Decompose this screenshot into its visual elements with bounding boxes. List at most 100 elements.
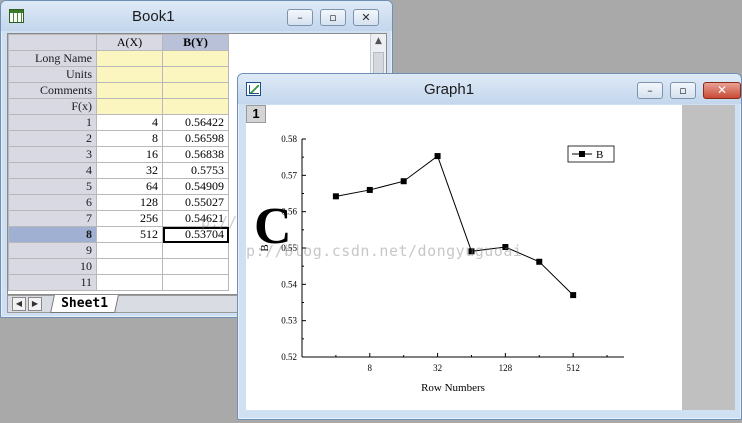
table-row[interactable]: 10 [8, 258, 229, 275]
tab-next-icon[interactable]: ▶ [28, 297, 42, 311]
y-tick-label: 0.57 [281, 170, 297, 180]
data-point [536, 258, 543, 265]
tab-prev-icon[interactable]: ◀ [12, 297, 26, 311]
meta-cell-b[interactable] [162, 98, 229, 115]
graph-close-button[interactable]: ✕ [703, 82, 741, 99]
y-tick-label: 0.58 [281, 134, 297, 144]
graph-page[interactable]: 0.52 0.53 0.54 0.55 0.56 0.57 0.58 8 32 128 512 Row… [246, 105, 682, 410]
table-row[interactable]: 2 8 0.56598 [8, 130, 229, 147]
table-row[interactable]: 3 16 0.56838 [8, 146, 229, 163]
cell-a[interactable]: 16 [96, 146, 163, 163]
meta-cell-b[interactable] [162, 66, 229, 83]
cell-b[interactable] [162, 274, 229, 291]
watermark: p://blog.csdn.net/dongyuguoai [246, 242, 523, 260]
table-row[interactable]: 4 32 0.5753 [8, 162, 229, 179]
meta-cell-a[interactable] [96, 98, 163, 115]
cell-a[interactable]: 8 [96, 130, 163, 147]
cell-b[interactable]: 0.55027 [162, 194, 229, 211]
scroll-up-icon[interactable]: ▲ [371, 36, 386, 46]
cell-a[interactable]: 128 [96, 194, 163, 211]
y-tick-label: 0.54 [281, 279, 297, 289]
cell-a[interactable]: 32 [96, 162, 163, 179]
x-axis-label: Row Numbers [421, 382, 485, 394]
cell-a[interactable] [96, 242, 163, 259]
cell-b[interactable]: 0.56838 [162, 146, 229, 163]
graph-minimize-button[interactable]: – [637, 82, 663, 99]
cell-b[interactable]: 0.56422 [162, 114, 229, 131]
table-row[interactable]: 9 [8, 242, 229, 259]
row-number[interactable]: 4 [8, 162, 97, 179]
cell-a[interactable] [96, 258, 163, 275]
book-title: Book1 [132, 8, 175, 25]
scroll-thumb[interactable] [373, 52, 384, 74]
table-row[interactable]: 7 256 0.54621 [8, 210, 229, 227]
meta-cell-b[interactable] [162, 82, 229, 99]
cell-b[interactable] [162, 242, 229, 259]
row-number[interactable]: 9 [8, 242, 97, 259]
column-header-a[interactable]: A(X) [96, 34, 163, 51]
graph-frame: 0.52 0.53 0.54 0.55 0.56 0.57 0.58 8 32 128 512 Row… [246, 105, 735, 410]
graph-titlebar[interactable]: Graph1 – ▫ ✕ [238, 74, 741, 104]
close-icon: ✕ [361, 11, 371, 24]
meta-cell-a[interactable] [96, 50, 163, 67]
meta-row[interactable]: Units [8, 66, 229, 83]
x-tick-label: 32 [433, 363, 442, 373]
cell-a[interactable]: 4 [96, 114, 163, 131]
cell-a[interactable]: 64 [96, 178, 163, 195]
meta-cell-b[interactable] [162, 50, 229, 67]
row-number[interactable]: 7 [8, 210, 97, 227]
meta-row-label[interactable]: F(x) [8, 98, 97, 115]
row-number[interactable]: 11 [8, 274, 97, 291]
row-number[interactable]: 1 [8, 114, 97, 131]
cell-b[interactable] [162, 258, 229, 275]
graph-title: Graph1 [424, 81, 475, 98]
table-row[interactable]: 1 4 0.56422 [8, 114, 229, 131]
meta-cell-a[interactable] [96, 66, 163, 83]
meta-row-label[interactable]: Long Name [8, 50, 97, 67]
row-number[interactable]: 6 [8, 194, 97, 211]
x-tick-label: 128 [499, 363, 513, 373]
table-row[interactable]: 6 128 0.55027 [8, 194, 229, 211]
graph-window[interactable]: Graph1 – ▫ ✕ 0.52 0.53 0.54 0.55 0.56 0.57 0.5… [237, 73, 742, 420]
graph-icon [246, 82, 261, 96]
row-number[interactable]: 5 [8, 178, 97, 195]
table-row[interactable]: 5 64 0.54909 [8, 178, 229, 195]
worksheet-grid[interactable]: A(X) B(Y) Long Name Units Comments F(x) 1 4 0.… [8, 34, 229, 291]
close-icon: ✕ [716, 83, 728, 97]
data-point [332, 193, 339, 200]
data-point [400, 178, 407, 185]
row-number[interactable]: 8 [8, 226, 97, 243]
cell-a[interactable] [96, 274, 163, 291]
legend-label: B [596, 149, 603, 161]
cell-b[interactable]: 0.54909 [162, 178, 229, 195]
row-number[interactable]: 3 [8, 146, 97, 163]
graph-maximize-button[interactable]: ▫ [670, 82, 696, 99]
meta-row-label[interactable]: Units [8, 66, 97, 83]
table-row[interactable]: 8 512 0.53704 [8, 226, 229, 243]
minimize-icon: – [647, 84, 653, 97]
column-header-b[interactable]: B(Y) [162, 34, 229, 51]
table-row[interactable]: 11 [8, 274, 229, 291]
x-tick-label: 512 [566, 363, 580, 373]
meta-row[interactable]: Long Name [8, 50, 229, 67]
row-number[interactable]: 2 [8, 130, 97, 147]
sheet-tab[interactable]: Sheet1 [50, 295, 119, 313]
cell-b[interactable]: 0.56598 [162, 130, 229, 147]
meta-row-label[interactable]: Comments [8, 82, 97, 99]
meta-cell-a[interactable] [96, 82, 163, 99]
worksheet-icon [9, 9, 24, 23]
maximize-icon: ▫ [679, 84, 687, 97]
layer-badge[interactable]: 1 [246, 105, 266, 123]
book-minimize-button[interactable]: – [287, 9, 313, 26]
meta-row[interactable]: Comments [8, 82, 229, 99]
meta-row[interactable]: F(x) [8, 98, 229, 115]
cell-b[interactable]: 0.5753 [162, 162, 229, 179]
row-number[interactable]: 10 [8, 258, 97, 275]
cell-a[interactable]: 256 [96, 210, 163, 227]
cell-a[interactable]: 512 [96, 226, 163, 243]
book-close-button[interactable]: ✕ [353, 9, 379, 26]
book-maximize-button[interactable]: ▫ [320, 9, 346, 26]
book-titlebar[interactable]: Book1 – ▫ ✕ [1, 1, 392, 31]
maximize-icon: ▫ [329, 11, 337, 24]
grid-corner[interactable] [8, 34, 97, 51]
